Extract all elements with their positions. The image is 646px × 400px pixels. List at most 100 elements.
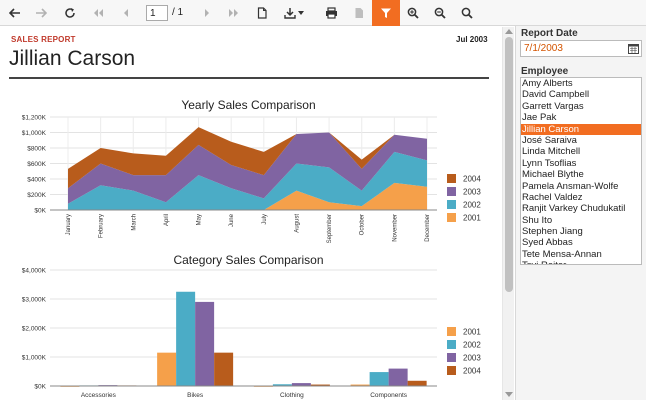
x-tick-label: June <box>229 213 235 227</box>
scrollbar-thumb[interactable] <box>505 37 513 292</box>
employee-item[interactable]: Stephen Jiang <box>521 226 641 237</box>
employee-item[interactable]: Garrett Vargas <box>521 101 641 112</box>
legend-swatch-2003 <box>447 187 456 196</box>
forward-arrow-icon <box>36 8 47 18</box>
page-icon <box>257 7 267 19</box>
x-tick-label: Components <box>370 392 408 399</box>
parameters-filter-button[interactable] <box>372 0 400 26</box>
employee-item[interactable]: Tsvi Reiter <box>521 260 641 264</box>
y-tick-label: $3,000K <box>22 297 47 304</box>
scroll-down-arrow-icon[interactable] <box>505 392 513 397</box>
employee-item[interactable]: Shu Ito <box>521 215 641 226</box>
legend-label: 2001 <box>463 214 481 223</box>
scroll-up-arrow-icon[interactable] <box>505 29 513 34</box>
y-tick-label: $1,000K <box>22 355 47 362</box>
printer-icon <box>325 7 337 19</box>
employee-item[interactable]: Jae Pak <box>521 112 641 123</box>
employee-item[interactable]: Amy Alberts <box>521 78 641 89</box>
report-scrollbar[interactable] <box>502 27 514 400</box>
y-tick-label: $0K <box>34 384 46 391</box>
magnifier-icon <box>461 7 473 19</box>
employee-item[interactable]: Pamela Ansman-Wolfe <box>521 181 641 192</box>
zoom-out-icon <box>434 7 446 19</box>
legend-swatch-2004 <box>447 366 456 375</box>
y-tick-label: $2,000K <box>22 326 47 333</box>
y-tick-label: $4,000K <box>22 268 47 275</box>
page-number-input[interactable] <box>146 5 168 21</box>
category-sales-bar-chart: $0K $1,000K $2,000K $3,000K $4,000K Accessori… <box>22 268 482 400</box>
employee-label: Employee <box>521 66 569 77</box>
y-tick-label: $600K <box>27 161 46 168</box>
x-tick-label: Clothing <box>280 392 304 399</box>
bar-2001 <box>157 352 177 386</box>
legend-swatch-2004 <box>447 174 456 183</box>
print-button[interactable] <box>322 0 340 26</box>
header-divider <box>9 77 489 79</box>
last-page-button[interactable] <box>225 0 243 26</box>
legend-swatch-2003 <box>447 353 456 362</box>
report-viewer: SALES REPORT Jul 2003 Jillian Carson Yea… <box>0 27 501 400</box>
bar-2002 <box>176 291 196 386</box>
employee-item[interactable]: Linda Mitchell <box>521 146 641 157</box>
refresh-icon <box>65 8 75 18</box>
last-page-icon <box>229 9 238 17</box>
employee-list[interactable]: Amy Alberts David Campbell Garrett Vargas J… <box>520 77 642 265</box>
print-layout-button[interactable] <box>350 0 368 26</box>
x-tick-label: November <box>392 214 398 242</box>
x-tick-label: April <box>164 214 170 226</box>
y-tick-label: $200K <box>27 192 46 199</box>
prev-page-icon <box>124 9 128 17</box>
zoom-out-button[interactable] <box>431 0 449 26</box>
y-tick-label: $1,200K <box>22 115 47 122</box>
forward-button[interactable] <box>32 0 50 26</box>
y-tick-label: $0K <box>34 208 46 215</box>
calendar-icon <box>627 44 639 54</box>
employee-item[interactable]: José Saraiva <box>521 135 641 146</box>
page-total: / 1 <box>172 7 184 18</box>
legend-swatch-2001 <box>447 327 456 336</box>
zoom-in-button[interactable] <box>404 0 422 26</box>
employee-name-heading: Jillian Carson <box>9 47 136 70</box>
document-map-button[interactable] <box>253 0 271 26</box>
employee-item[interactable]: Tete Mensa-Annan <box>521 249 641 260</box>
employee-item[interactable]: Lynn Tsoflias <box>521 158 641 169</box>
filter-icon <box>381 8 391 18</box>
bar-2003 <box>388 368 408 386</box>
x-tick-label: July <box>262 214 268 225</box>
employee-item[interactable]: Ranjit Varkey Chudukatil <box>521 203 641 214</box>
employee-item[interactable]: David Campbell <box>521 89 641 100</box>
x-tick-label: October <box>360 214 366 235</box>
x-tick-label: August <box>294 214 300 233</box>
employee-item[interactable]: Syed Abbas <box>521 237 641 248</box>
x-tick-label: February <box>99 214 105 238</box>
x-tick-label: September <box>327 214 333 243</box>
employee-item[interactable]: Michael Blythe <box>521 169 641 180</box>
zoom-in-icon <box>407 7 419 19</box>
x-tick-label: January <box>66 214 72 235</box>
chevron-down-icon <box>298 11 304 15</box>
x-tick-label: Bikes <box>187 392 204 399</box>
x-tick-label: Accessories <box>81 392 117 399</box>
refresh-button[interactable] <box>61 0 79 26</box>
legend-label: 2001 <box>463 328 481 337</box>
employee-item[interactable]: Rachel Valdez <box>521 192 641 203</box>
calendar-button[interactable] <box>625 41 641 56</box>
document-icon <box>355 8 363 18</box>
x-tick-label: March <box>131 214 137 231</box>
prev-page-button[interactable] <box>117 0 135 26</box>
download-icon <box>284 8 296 19</box>
report-label: SALES REPORT <box>11 35 76 44</box>
report-date-input[interactable] <box>520 40 642 57</box>
x-tick-label: May <box>197 214 203 225</box>
next-page-icon <box>205 9 209 17</box>
employee-item[interactable]: Jillian Carson <box>521 123 641 135</box>
zoom-fit-button[interactable] <box>458 0 476 26</box>
back-button[interactable] <box>6 0 24 26</box>
legend-swatch-2002 <box>447 340 456 349</box>
export-button[interactable] <box>280 0 308 26</box>
legend-swatch-2001 <box>447 213 456 222</box>
first-page-button[interactable] <box>89 0 107 26</box>
report-date-label: Report Date <box>521 28 578 39</box>
first-page-icon <box>94 9 103 17</box>
next-page-button[interactable] <box>198 0 216 26</box>
